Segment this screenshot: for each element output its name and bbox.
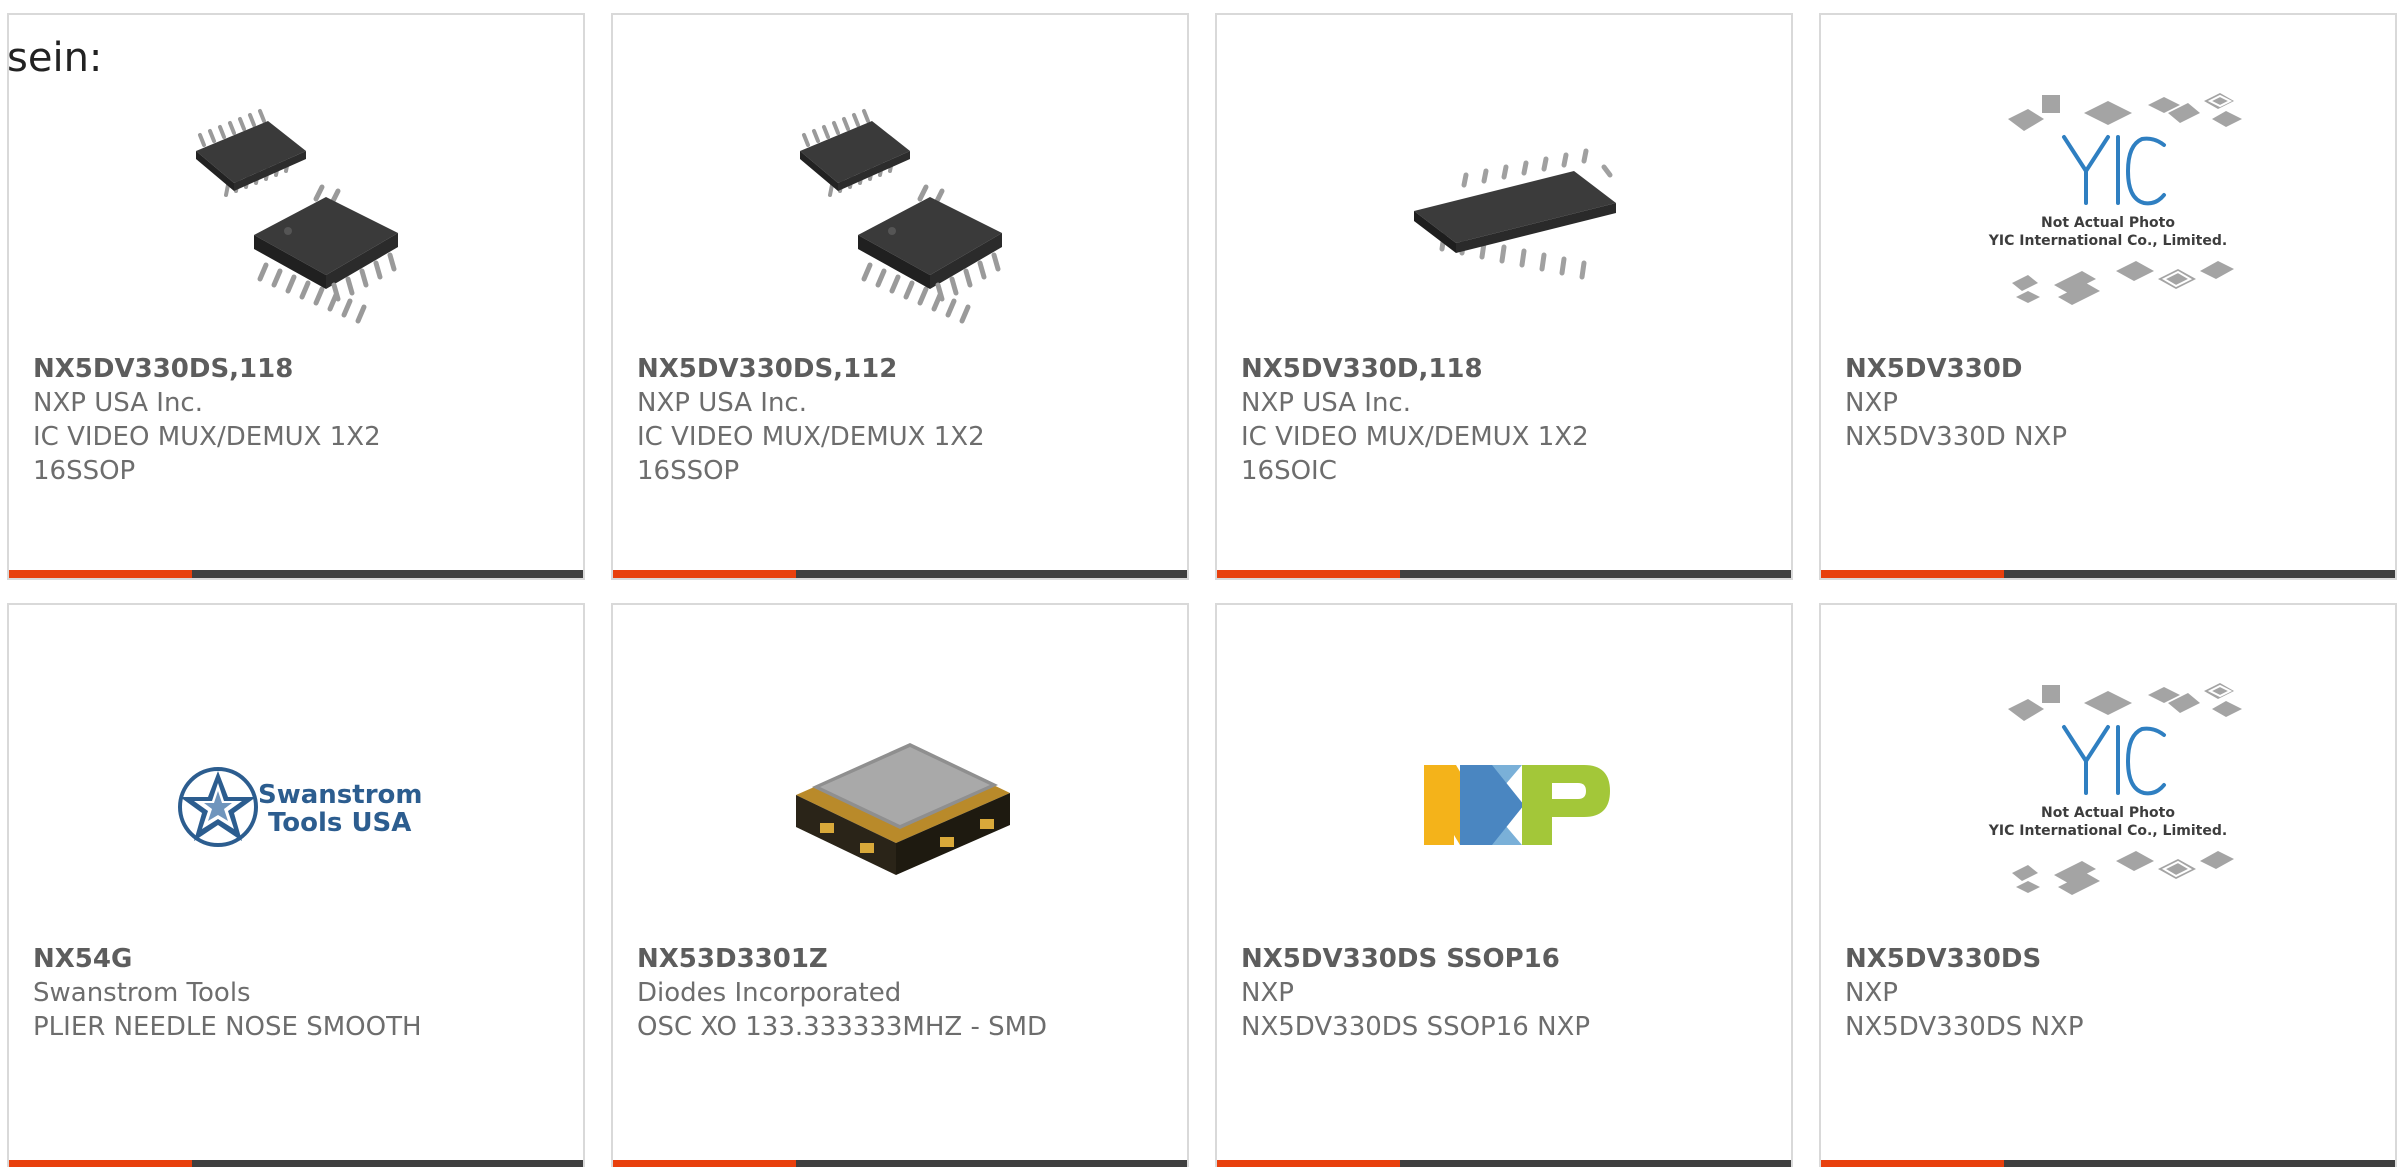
product-image[interactable]: Not Actual Photo YIC International Co., …	[1968, 665, 2248, 925]
description: OSC XO 133.333333MHZ - SMD	[637, 1012, 1048, 1042]
card-accent	[1217, 570, 1400, 578]
manufacturer: NXP	[1845, 388, 1898, 418]
card-accent	[1821, 570, 2004, 578]
swanstrom-logo-image: Swanstrom Tools USA	[178, 767, 422, 847]
product-info: NX54G Swanstrom Tools PLIER NEEDLE NOSE …	[33, 942, 563, 1044]
product-info: NX5DV330DS NXP NX5DV330DS NXP	[1845, 942, 2375, 1044]
product-info: NX5DV330DS SSOP16 NXP NX5DV330DS SSOP16 …	[1241, 942, 1771, 1044]
product-image[interactable]	[156, 85, 436, 345]
product-card[interactable]: NX5DV330DS,112 NXP USA Inc. IC VIDEO MUX…	[611, 13, 1189, 580]
product-results-page: sein: NX5DV330DS,118 NXP USA Inc. IC VID…	[0, 0, 2400, 1167]
card-bottom-bar	[1217, 1160, 1791, 1167]
product-info: NX5DV330DS,118 NXP USA Inc. IC VIDEO MUX…	[33, 352, 563, 488]
card-accent	[613, 570, 796, 578]
product-info: NX5DV330DS,112 NXP USA Inc. IC VIDEO MUX…	[637, 352, 1167, 488]
placeholder-caption-2: YIC International Co., Limited.	[1988, 233, 2227, 249]
manufacturer: NXP	[1845, 978, 1898, 1008]
oscillator-image	[760, 675, 1040, 935]
product-info: NX5DV330D,118 NXP USA Inc. IC VIDEO MUX/…	[1241, 352, 1771, 488]
intro-text: sein:	[7, 35, 103, 81]
ssop-chip-pair-image	[760, 85, 1040, 345]
card-accent	[1821, 1160, 2004, 1167]
product-image[interactable]	[760, 85, 1040, 345]
description: NX5DV330DS NXP	[1845, 1012, 2084, 1042]
product-card[interactable]: Swanstrom Tools USA NX54G Swanstrom Tool…	[7, 603, 585, 1167]
product-image[interactable]	[760, 675, 1040, 935]
card-bottom-bar	[613, 1160, 1187, 1167]
logo-text-2: Tools USA	[268, 808, 411, 838]
part-number-link[interactable]: NX5DV330DS,118	[33, 352, 563, 386]
placeholder-caption-1: Not Actual Photo	[2041, 215, 2175, 231]
part-number-link[interactable]: NX54G	[33, 942, 563, 976]
manufacturer: NXP	[1241, 978, 1294, 1008]
description: IC VIDEO MUX/DEMUX 1X2	[637, 422, 985, 452]
card-bottom-bar	[1217, 570, 1791, 578]
card-accent	[9, 570, 192, 578]
yic-placeholder-image: Not Actual Photo YIC International Co., …	[1988, 665, 2248, 925]
manufacturer: Swanstrom Tools	[33, 978, 251, 1008]
nxp-logo-image	[1364, 675, 1644, 935]
card-accent	[613, 1160, 796, 1167]
description: NX5DV330D NXP	[1845, 422, 2068, 452]
card-accent	[9, 1160, 192, 1167]
logo-text-1: Swanstrom	[258, 780, 422, 810]
manufacturer: NXP USA Inc.	[33, 388, 203, 418]
description: PLIER NEEDLE NOSE SMOOTH	[33, 1012, 422, 1042]
card-bottom-bar	[1821, 1160, 2395, 1167]
yic-logo-icon	[2062, 725, 2166, 796]
product-image[interactable]: Not Actual Photo YIC International Co., …	[1968, 75, 2248, 335]
product-card[interactable]: NX5DV330DS,118 NXP USA Inc. IC VIDEO MUX…	[7, 13, 585, 580]
part-number-link[interactable]: NX5DV330DS SSOP16	[1241, 942, 1771, 976]
product-info: NX53D3301Z Diodes Incorporated OSC XO 13…	[637, 942, 1167, 1044]
card-bottom-bar	[9, 1160, 583, 1167]
product-card[interactable]: Not Actual Photo YIC International Co., …	[1819, 13, 2397, 580]
card-bottom-bar	[1821, 570, 2395, 578]
part-number-link[interactable]: NX5DV330DS,112	[637, 352, 1167, 386]
manufacturer: Diodes Incorporated	[637, 978, 902, 1008]
ssop-chip-pair-image	[156, 85, 436, 345]
manufacturer: NXP USA Inc.	[1241, 388, 1411, 418]
package: 16SSOP	[33, 456, 136, 486]
card-accent	[1217, 1160, 1400, 1167]
product-image[interactable]	[1364, 85, 1644, 345]
description: NX5DV330DS SSOP16 NXP	[1241, 1012, 1591, 1042]
card-bottom-bar	[9, 570, 583, 578]
package: 16SOIC	[1241, 456, 1337, 486]
description: IC VIDEO MUX/DEMUX 1X2	[33, 422, 381, 452]
soic-chip-image	[1364, 85, 1644, 345]
description: IC VIDEO MUX/DEMUX 1X2	[1241, 422, 1589, 452]
manufacturer: NXP USA Inc.	[637, 388, 807, 418]
star-logo-icon	[178, 767, 258, 847]
part-number-link[interactable]: NX5DV330DS	[1845, 942, 2375, 976]
yic-placeholder-image: Not Actual Photo YIC International Co., …	[1988, 75, 2248, 335]
part-number-link[interactable]: NX5DV330D,118	[1241, 352, 1771, 386]
product-card[interactable]: Not Actual Photo YIC International Co., …	[1819, 603, 2397, 1167]
placeholder-caption-2: YIC International Co., Limited.	[1988, 823, 2227, 839]
card-bottom-bar	[613, 570, 1187, 578]
product-card[interactable]: NX53D3301Z Diodes Incorporated OSC XO 13…	[611, 603, 1189, 1167]
package: 16SSOP	[637, 456, 740, 486]
yic-logo-icon	[2062, 135, 2166, 206]
product-info: NX5DV330D NXP NX5DV330D NXP	[1845, 352, 2375, 454]
part-number-link[interactable]: NX5DV330D	[1845, 352, 2375, 386]
product-card[interactable]: NX5DV330D,118 NXP USA Inc. IC VIDEO MUX/…	[1215, 13, 1793, 580]
product-image[interactable]	[1364, 675, 1644, 935]
placeholder-caption-1: Not Actual Photo	[2041, 805, 2175, 821]
part-number-link[interactable]: NX53D3301Z	[637, 942, 1167, 976]
product-image[interactable]: Swanstrom Tools USA	[156, 675, 436, 935]
product-card[interactable]: NX5DV330DS SSOP16 NXP NX5DV330DS SSOP16 …	[1215, 603, 1793, 1167]
